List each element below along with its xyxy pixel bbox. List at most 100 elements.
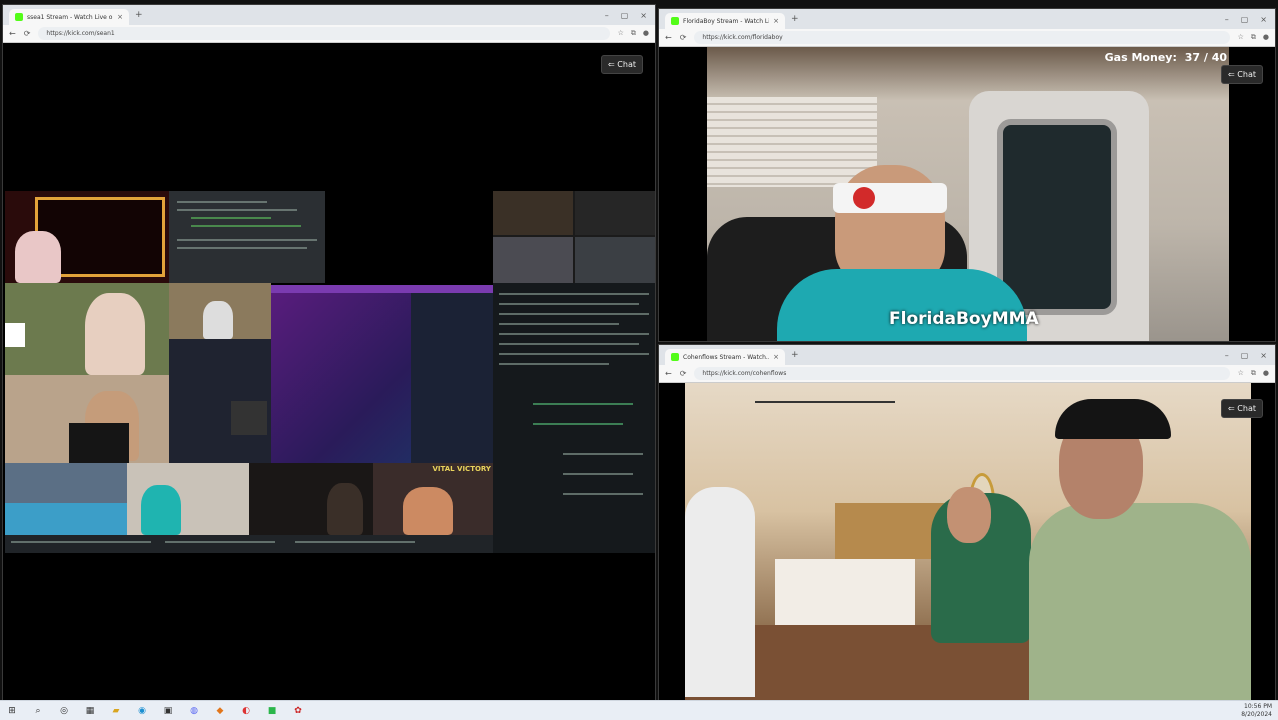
browser-window-left: ssea1 Stream - Watch Live on Ki... × + –… [2,4,656,702]
close-button[interactable]: × [1260,15,1267,24]
video-tile-stage [5,191,169,283]
person-right [1029,503,1251,701]
video-frame-rv-interior [707,47,1229,341]
ceiling-lights [755,401,895,403]
windows-start-icon[interactable]: ⊞ [6,706,18,716]
close-button[interactable]: × [1260,351,1267,360]
video-tile-pool [5,463,127,535]
refresh-icon[interactable]: ⟳ [680,33,687,42]
back-icon[interactable]: ← [665,33,672,42]
browser-tab[interactable]: Cohenflows Stream - Watch... × [665,349,785,365]
window-controls: – ▢ × [1225,15,1275,24]
search-icon[interactable]: ⌕ [32,706,44,716]
maximize-button[interactable]: ▢ [621,11,629,20]
new-tab-button[interactable]: + [791,14,799,24]
browser-tab[interactable]: FloridaBoy Stream - Watch Live... × [665,13,785,29]
tab-bar: ssea1 Stream - Watch Live on Ki... × + –… [3,5,655,25]
profile-icon[interactable]: ● [1263,369,1269,378]
app-icon[interactable]: ✿ [292,706,304,716]
chrome-icon[interactable]: ◐ [240,706,252,716]
minimize-button[interactable]: – [1225,351,1229,360]
clock-date: 8/20/2024 [1241,710,1272,718]
star-icon[interactable]: ☆ [618,29,624,38]
browser-window-top-right: FloridaBoy Stream - Watch Live... × + – … [658,8,1276,342]
gas-money-label: Gas Money: [1104,51,1177,64]
streamer-shirt [777,269,1027,341]
video-tile-purple-desktop [271,285,493,463]
new-tab-button[interactable]: + [135,10,143,20]
system-clock[interactable]: 10:56 PM 8/20/2024 [1241,703,1278,719]
maximize-button[interactable]: ▢ [1241,351,1249,360]
back-icon[interactable]: ← [665,369,672,378]
maximize-button[interactable]: ▢ [1241,15,1249,24]
edge-icon[interactable]: ◉ [136,706,148,716]
close-button[interactable]: × [640,11,647,20]
tab-close-icon[interactable]: × [117,13,123,21]
video-tile-victory: VITAL VICTORY [373,463,493,535]
back-icon[interactable]: ← [9,29,16,38]
stream-video[interactable]: ⇐ Chat [3,43,655,701]
video-tile-terminal [493,283,655,553]
kick-favicon-icon [15,13,23,21]
kick-favicon-icon [671,353,679,361]
terminal-icon[interactable]: ▣ [162,706,174,716]
refresh-icon[interactable]: ⟳ [24,29,31,38]
headband [833,183,947,213]
stream-video[interactable]: ⇐ Chat [659,383,1275,701]
address-bar[interactable]: https://kick.com/cohenflows [694,367,1230,380]
cabinets [835,503,945,559]
chat-toggle-button[interactable]: ⇐ Chat [1221,65,1263,84]
video-tile-code [169,191,325,283]
chat-toggle-button[interactable]: ⇐ Chat [1221,399,1263,418]
kick-app-icon[interactable]: ■ [266,706,278,716]
new-tab-button[interactable]: + [791,350,799,360]
extensions-icon[interactable]: ⧉ [1251,33,1256,42]
extensions-icon[interactable]: ⧉ [1251,369,1256,378]
chat-label: Chat [1237,404,1256,413]
metamask-icon[interactable]: ◆ [214,706,226,716]
toolbar-icons: ☆ ⧉ ● [618,29,649,38]
person-left [685,487,755,697]
star-icon[interactable]: ☆ [1238,33,1244,42]
widgets-icon[interactable]: ▦ [84,706,96,716]
address-bar-row: ← ⟳ https://kick.com/floridaboy ☆ ⧉ ● [659,29,1275,47]
chat-label: Chat [1237,70,1256,79]
tab-bar: Cohenflows Stream - Watch... × + – ▢ × [659,345,1275,365]
toolbar-icons: ☆ ⧉ ● [1238,33,1269,42]
window-controls: – ▢ × [605,11,655,20]
browser-tab[interactable]: ssea1 Stream - Watch Live on Ki... × [9,9,129,25]
refresh-icon[interactable]: ⟳ [680,369,687,378]
profile-icon[interactable]: ● [643,29,649,38]
task-view-icon[interactable]: ◎ [58,706,70,716]
minimize-button[interactable]: – [1225,15,1229,24]
kitchen-counter [775,559,915,625]
video-tile-chat-list [169,339,271,463]
clock-time: 10:56 PM [1244,702,1272,710]
tab-title: Cohenflows Stream - Watch... [683,353,770,361]
victory-text: VITAL VICTORY [432,465,491,473]
star-icon[interactable]: ☆ [1238,369,1244,378]
tab-close-icon[interactable]: × [773,17,779,25]
toolbar-icons: ☆ ⧉ ● [1238,369,1269,378]
minimize-button[interactable]: – [605,11,609,20]
taskbar: ⊞ ⌕ ◎ ▦ ▰ ◉ ▣ ◍ ◆ ◐ ■ ✿ 10:56 PM 8/20/20… [0,700,1278,720]
chat-label: Chat [617,60,636,69]
window-controls: – ▢ × [1225,351,1275,360]
tab-bar: FloridaBoy Stream - Watch Live... × + – … [659,9,1275,29]
tab-close-icon[interactable]: × [773,353,779,361]
address-bar[interactable]: https://kick.com/floridaboy [694,31,1230,44]
address-bar-row: ← ⟳ https://kick.com/cohenflows ☆ ⧉ ● [659,365,1275,383]
extensions-icon[interactable]: ⧉ [631,29,636,38]
tab-title: ssea1 Stream - Watch Live on Ki... [27,13,113,21]
chat-toggle-button[interactable]: ⇐ Chat [601,55,643,74]
profile-icon[interactable]: ● [1263,33,1269,42]
address-bar[interactable]: https://kick.com/sean1 [38,27,610,40]
file-explorer-icon[interactable]: ▰ [110,706,122,716]
rising-sun-icon [853,187,875,209]
video-tile-grid-cams [493,191,655,283]
discord-icon[interactable]: ◍ [188,706,200,716]
stream-video[interactable]: Gas Money: 37 / 40 FloridaBoyMMA ⇐ Chat [659,47,1275,341]
video-tile-bottom-strip [5,535,493,553]
video-frame-living-room [685,383,1251,701]
desktop: ssea1 Stream - Watch Live on Ki... × + –… [0,0,1278,720]
